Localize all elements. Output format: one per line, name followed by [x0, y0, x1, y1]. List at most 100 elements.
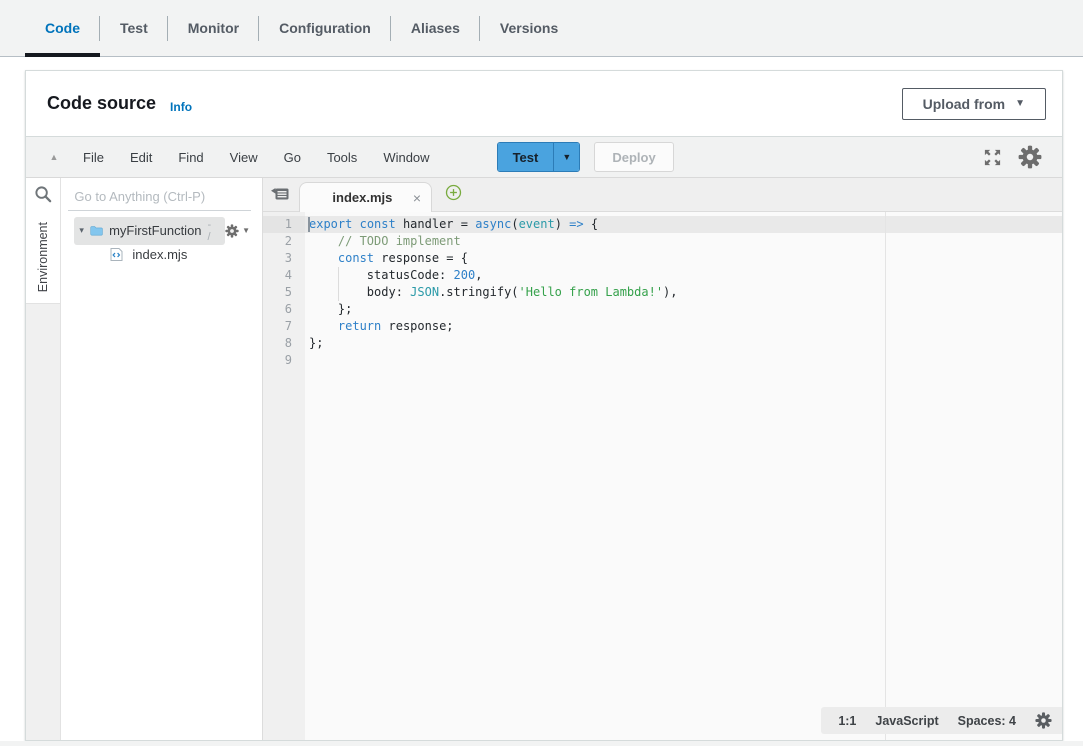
code-token — [352, 217, 359, 231]
chevron-down-icon: ▼ — [1015, 98, 1025, 109]
editor-tab-index-mjs[interactable]: index.mjs × — [299, 182, 432, 212]
code-token: , — [475, 268, 482, 282]
code-token: statusCode: — [309, 268, 454, 282]
tab-monitor[interactable]: Monitor — [168, 0, 259, 56]
code-token: ) — [555, 217, 569, 231]
line-number[interactable]: 2 — [263, 233, 305, 250]
info-link[interactable]: Info — [170, 100, 192, 114]
code-line[interactable]: body: JSON.stringify('Hello from Lambda!… — [305, 284, 1062, 301]
menu-go[interactable]: Go — [271, 150, 314, 165]
file-tree: ▾ myFirstFunction - / ▼ index.mjs — [61, 219, 262, 266]
code-lines[interactable]: export const handler = async(event) => {… — [305, 212, 1062, 740]
line-number[interactable]: 3 — [263, 250, 305, 267]
editor-surface: 123456789 export const handler = async(e… — [263, 212, 1062, 740]
menu-tools[interactable]: Tools — [314, 150, 370, 165]
code-line[interactable]: // TODO implement — [305, 233, 1062, 250]
tree-row-folder[interactable]: ▾ myFirstFunction - / ▼ — [61, 219, 262, 242]
sidebar-tab-strip: Environment — [26, 178, 61, 740]
code-editor: index.mjs × 123456789 export const handl… — [263, 178, 1062, 740]
editor-status-bar: 1:1 JavaScript Spaces: 4 — [821, 707, 1062, 734]
gutter: 123456789 — [263, 212, 305, 740]
spaces-setting[interactable]: Spaces: 4 — [958, 714, 1016, 728]
line-number[interactable]: 7 — [263, 318, 305, 335]
code-token: }; — [309, 336, 323, 350]
language-mode[interactable]: JavaScript — [875, 714, 938, 728]
code-source-card: Code source Info Upload from ▼ ▲ FileEdi… — [25, 70, 1063, 741]
menu-file[interactable]: File — [70, 150, 117, 165]
code-token: handler = — [396, 217, 475, 231]
new-tab-icon[interactable] — [445, 184, 462, 204]
test-dropdown-icon[interactable]: ▼ — [553, 143, 579, 171]
close-icon[interactable]: × — [411, 190, 423, 206]
function-tabs: CodeTestMonitorConfigurationAliasesVersi… — [0, 0, 1083, 57]
editor-tab-bar: index.mjs × — [263, 178, 1062, 212]
tab-versions[interactable]: Versions — [480, 0, 578, 56]
file-tree-panel: ▾ myFirstFunction - / ▼ index.mjs — [61, 178, 262, 740]
tab-test[interactable]: Test — [100, 0, 168, 56]
deploy-button[interactable]: Deploy — [594, 142, 673, 172]
code-token: => — [569, 217, 583, 231]
code-token: 200 — [454, 268, 476, 282]
code-token: }; — [309, 302, 352, 316]
tree-row-file[interactable]: index.mjs — [61, 243, 262, 266]
code-token: response = { — [374, 251, 468, 265]
code-token: ( — [511, 217, 518, 231]
line-number[interactable]: 9 — [263, 352, 305, 369]
code-token — [309, 251, 338, 265]
test-button[interactable]: Test — [498, 143, 554, 171]
menu-find[interactable]: Find — [165, 150, 216, 165]
code-line[interactable]: return response; — [305, 318, 1062, 335]
status-gear-icon[interactable] — [1035, 712, 1052, 729]
editor-tab-label: index.mjs — [314, 190, 411, 205]
print-margin-line — [885, 212, 886, 740]
editor-settings-gear-icon[interactable] — [1010, 145, 1052, 169]
code-token: // TODO implement — [309, 234, 461, 248]
menu-view[interactable]: View — [217, 150, 271, 165]
code-token: ), — [663, 285, 677, 299]
page-title: Code source — [47, 93, 156, 114]
line-number[interactable]: 6 — [263, 301, 305, 318]
code-line[interactable]: }; — [305, 335, 1062, 352]
js-file-icon — [110, 247, 123, 262]
code-line[interactable] — [305, 352, 1062, 369]
code-token: async — [475, 217, 511, 231]
code-line[interactable]: export const handler = async(event) => { — [305, 216, 1062, 233]
file-sidebar: Environment ▾ myFirstFunction - / — [26, 178, 263, 740]
editor-menubar: ▲ FileEditFindViewGoToolsWindow Test ▼ D… — [26, 136, 1062, 178]
environment-label: Environment — [36, 222, 50, 292]
menu-window[interactable]: Window — [370, 150, 442, 165]
ide-body: Environment ▾ myFirstFunction - / — [26, 178, 1062, 740]
menu-edit[interactable]: Edit — [117, 150, 165, 165]
upload-from-button[interactable]: Upload from ▼ — [902, 88, 1046, 120]
code-line[interactable]: statusCode: 200, — [305, 267, 1062, 284]
line-number[interactable]: 5 — [263, 284, 305, 301]
code-token: event — [519, 217, 555, 231]
code-token: JSON — [410, 285, 439, 299]
chevron-expanded-icon[interactable]: ▾ — [79, 225, 84, 236]
tree-settings-button[interactable]: ▼ — [225, 224, 250, 238]
test-split-button: Test ▼ — [497, 142, 581, 172]
collapse-menubar-icon[interactable]: ▲ — [38, 152, 70, 162]
search-icon[interactable] — [26, 178, 60, 211]
code-line[interactable]: const response = { — [305, 250, 1062, 267]
menu-items-container: FileEditFindViewGoToolsWindow — [70, 150, 443, 165]
line-number[interactable]: 4 — [263, 267, 305, 284]
code-token: body: — [309, 285, 410, 299]
sidebar-strip-filler — [26, 303, 60, 740]
tab-list-icon[interactable] — [263, 177, 299, 211]
code-line[interactable]: }; — [305, 301, 1062, 318]
line-number[interactable]: 8 — [263, 335, 305, 352]
tab-aliases[interactable]: Aliases — [391, 0, 480, 56]
tab-configuration[interactable]: Configuration — [259, 0, 391, 56]
fullscreen-icon[interactable] — [975, 148, 1010, 167]
goto-anything-input[interactable] — [68, 184, 251, 211]
line-number[interactable]: 1 — [263, 216, 305, 233]
code-token: { — [584, 217, 598, 231]
upload-from-label: Upload from — [923, 96, 1005, 112]
card-header: Code source Info Upload from ▼ — [26, 71, 1062, 136]
code-token: response; — [381, 319, 453, 333]
tab-code[interactable]: Code — [25, 0, 100, 56]
environment-tab[interactable]: Environment — [26, 211, 60, 303]
cursor-position[interactable]: 1:1 — [838, 714, 856, 728]
folder-path-suffix: - / — [208, 219, 216, 243]
